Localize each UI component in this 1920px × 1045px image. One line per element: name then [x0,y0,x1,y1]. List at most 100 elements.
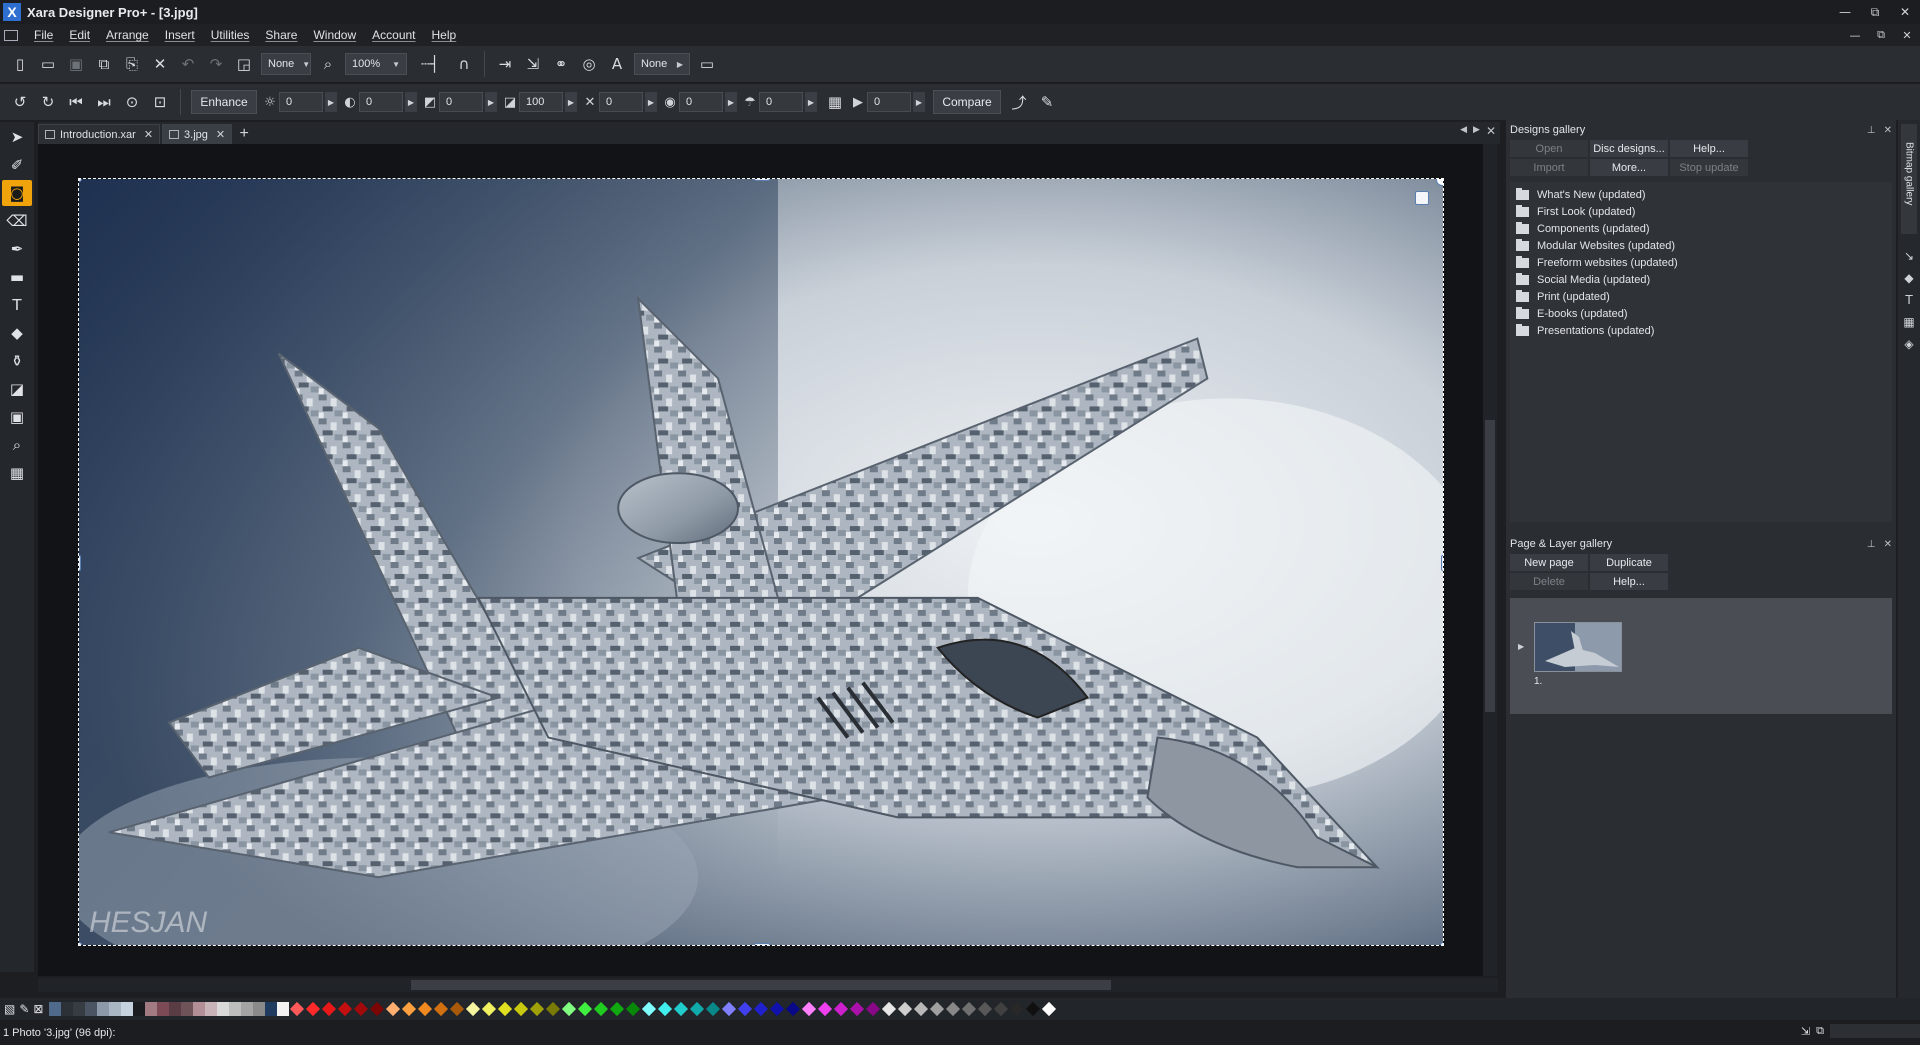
tint-field[interactable]: 0 [759,92,803,112]
restore-button[interactable]: ⧉ [1860,0,1890,24]
help-button[interactable]: Help... [1670,140,1748,157]
horizontal-scroll-thumb[interactable] [411,980,1111,990]
tab-introduction[interactable]: Introduction.xar ✕ [38,124,161,144]
color-swatch[interactable] [642,1001,657,1017]
web-preview-icon[interactable]: ◎ [575,50,603,78]
open-folder-icon[interactable]: ▭ [34,50,62,78]
color-swatch[interactable] [466,1001,481,1017]
import-button[interactable]: Import [1510,159,1588,176]
folder-item[interactable]: Print (updated) [1510,288,1892,305]
corner-handle-br[interactable] [1440,942,1443,945]
folder-item[interactable]: Modular Websites (updated) [1510,237,1892,254]
more-button[interactable]: More... [1590,159,1668,176]
rotate-left-icon[interactable]: ↺ [6,88,34,116]
color-swatch[interactable] [109,1002,122,1016]
corner-handle-bl[interactable] [79,942,82,945]
shadow-tool-icon[interactable]: ◪ [2,376,32,402]
menu-insert[interactable]: Insert [157,28,203,42]
sharpen-slider-button[interactable]: ▶ [645,92,657,112]
expand-icon[interactable]: ▶ [1518,642,1524,651]
ruler-icon[interactable]: ┄┤ [410,50,450,78]
paste-icon[interactable]: ⎘ [118,50,146,78]
histogram-icon[interactable]: ▦ [821,88,849,116]
color-swatch[interactable] [562,1001,577,1017]
color-swatch[interactable] [61,1002,74,1016]
red-eye-icon[interactable]: ⊙ [118,88,146,116]
vertical-scrollbar[interactable] [1483,144,1497,976]
copy-icon[interactable]: ⧉ [90,50,118,78]
levels-slider-button[interactable]: ▶ [913,92,925,112]
color-swatch[interactable] [754,1001,769,1017]
contrast-slider-button[interactable]: ▶ [405,92,417,112]
doc-close-button[interactable]: ✕ [1894,24,1920,46]
close-all-icon[interactable]: ✕ [1486,124,1496,138]
color-swatch[interactable] [1042,1001,1057,1017]
color-swatch[interactable] [97,1002,110,1016]
page-thumbnail[interactable] [1534,622,1622,672]
menu-help[interactable]: Help [424,28,465,42]
zoom-select[interactable]: 100% ▼ [345,53,407,75]
enhance-button[interactable]: Enhance [191,90,257,114]
brightness-field[interactable]: 0 [279,92,323,112]
color-swatch[interactable] [217,1002,230,1016]
magic-wand-icon[interactable]: ✎ [1033,88,1061,116]
curves-icon[interactable]: ⤴ [1005,88,1033,116]
color-swatch[interactable] [898,1001,913,1017]
color-swatch[interactable] [157,1002,170,1016]
rotate-right-icon[interactable]: ↻ [34,88,62,116]
rectangle-tool-icon[interactable]: ▬ [2,264,32,290]
color-swatch[interactable] [169,1002,182,1016]
selector-tool-icon[interactable]: ➤ [2,124,32,150]
color-swatch[interactable] [322,1001,337,1017]
new-page-button[interactable]: New page [1510,554,1588,571]
color-swatch[interactable] [193,1002,206,1016]
close-icon[interactable]: ✕ [1884,125,1892,136]
delete-icon[interactable]: ✕ [146,50,174,78]
menu-file[interactable]: File [26,28,61,42]
color-swatch[interactable] [241,1002,254,1016]
resize-handle-right[interactable] [1441,555,1443,571]
compare-button[interactable]: Compare [933,90,1001,114]
open-button[interactable]: Open [1510,140,1588,157]
link-icon[interactable]: ⚭ [547,50,575,78]
color-swatch[interactable] [482,1001,497,1017]
color-swatch[interactable] [706,1001,721,1017]
color-swatch[interactable] [962,1001,977,1017]
color-gallery-icon[interactable]: ▦ [1901,314,1917,330]
color-swatch[interactable] [786,1001,801,1017]
color-swatch[interactable] [546,1001,561,1017]
feather-slider-icon[interactable]: ▭ [693,50,721,78]
undo-icon[interactable]: ↶ [174,50,202,78]
pen-tool-icon[interactable]: ✒ [2,236,32,262]
next-icon[interactable]: ⏭ [90,88,118,116]
page-help-button[interactable]: Help... [1590,573,1668,590]
doc-minimize-button[interactable]: — [1842,24,1868,46]
color-swatch[interactable] [690,1001,705,1017]
saturation-slider-button[interactable]: ▶ [485,92,497,112]
color-swatch[interactable] [434,1001,449,1017]
snap-magnet-icon[interactable]: ∩ [450,50,478,78]
color-swatch[interactable] [626,1001,641,1017]
color-swatch[interactable] [450,1001,465,1017]
color-swatch[interactable] [530,1001,545,1017]
transform-icon[interactable]: ◲ [230,50,258,78]
stop-update-button[interactable]: Stop update [1670,159,1748,176]
resize-handle-top[interactable] [754,179,770,181]
pin-icon[interactable]: ⊥ [1867,125,1876,136]
color-swatch[interactable] [930,1001,945,1017]
layer-status-icon[interactable]: ⧉ [1816,1025,1824,1038]
doc-restore-button[interactable]: ⧉ [1868,24,1894,46]
color-swatch[interactable] [802,1001,817,1017]
tab-prev-icon[interactable]: ◀ [1460,124,1467,138]
color-swatch[interactable] [277,1002,290,1016]
color-swatch[interactable] [658,1001,673,1017]
photo-tool-icon[interactable]: ◙ [2,180,32,206]
table-tool-icon[interactable]: ▦ [2,460,32,486]
close-button[interactable]: ✕ [1890,0,1920,24]
snap-status-icon[interactable]: ⇲ [1801,1025,1810,1038]
text-tool-icon[interactable]: T [2,292,32,318]
zoom-icon[interactable]: ⌕ [314,50,342,78]
quality-select[interactable]: None ▼ [261,53,311,75]
menu-account[interactable]: Account [364,28,423,42]
new-document-icon[interactable]: ▯ [6,50,34,78]
